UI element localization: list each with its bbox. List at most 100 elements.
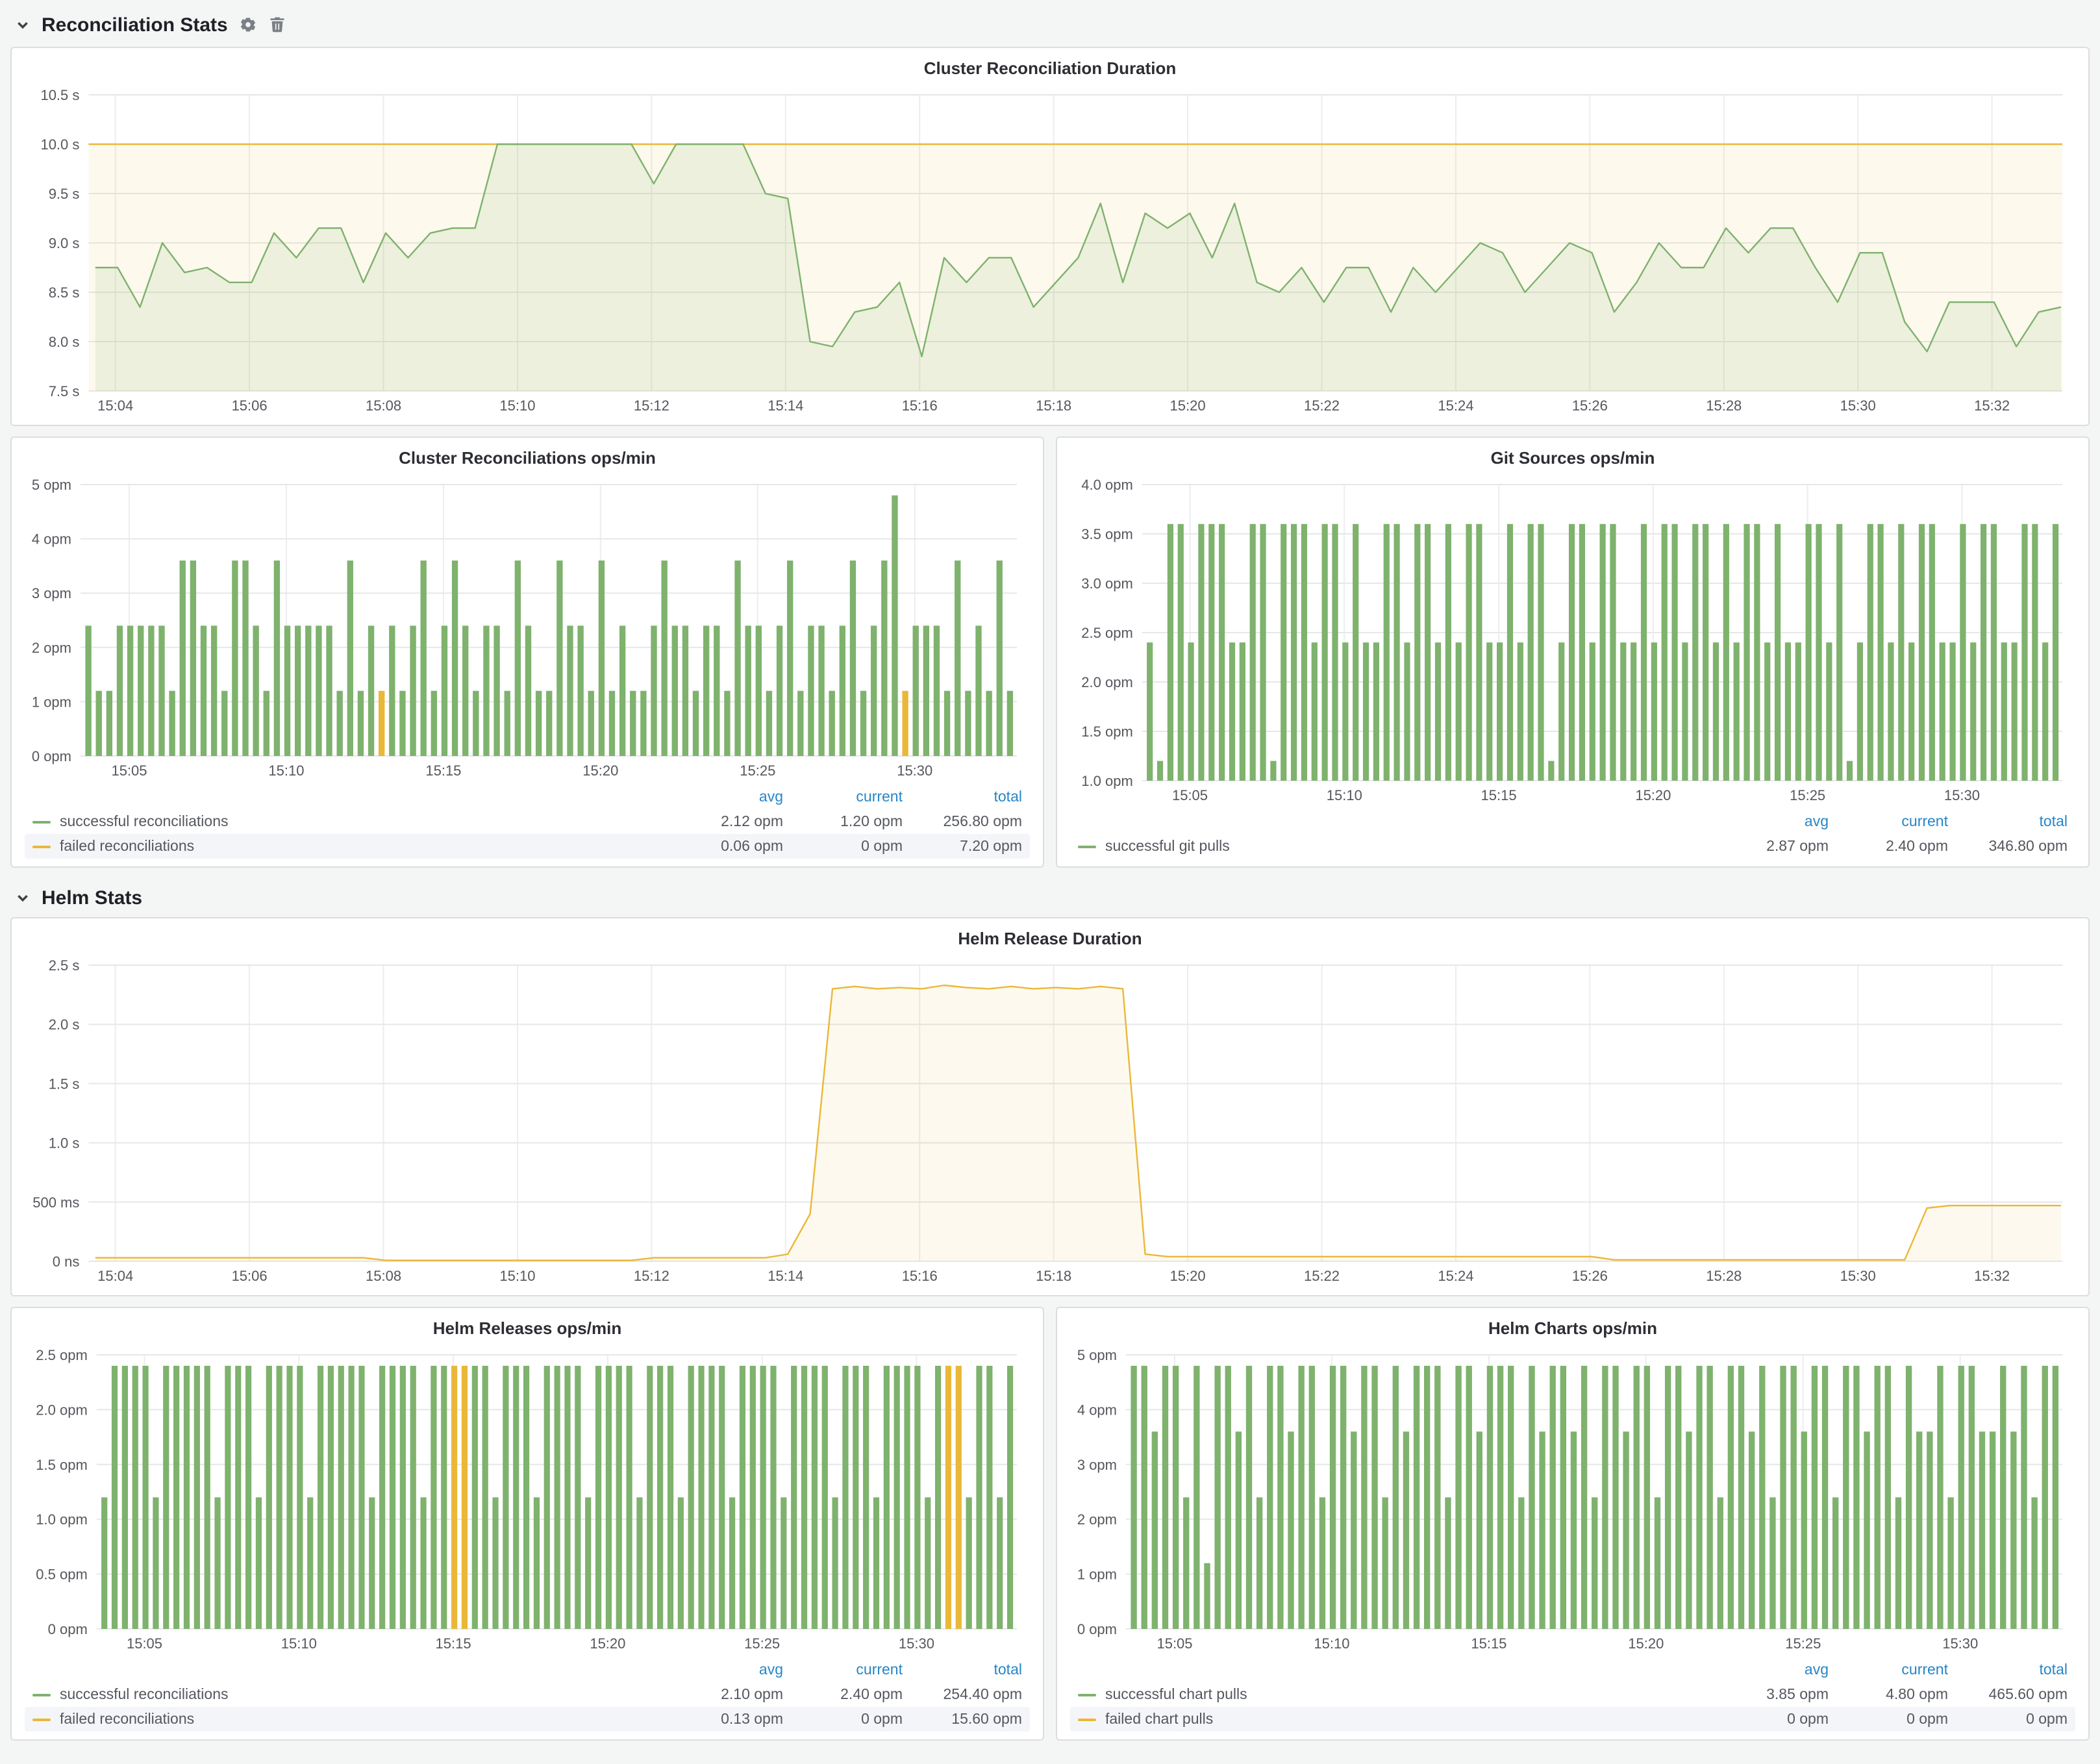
legend-header-current[interactable]: current bbox=[783, 790, 903, 805]
legend-header-avg[interactable]: avg bbox=[1709, 814, 1829, 830]
panel-title[interactable]: Helm Release Duration bbox=[22, 924, 2078, 955]
svg-text:15:04: 15:04 bbox=[97, 397, 133, 414]
trash-icon[interactable] bbox=[269, 16, 286, 34]
svg-text:2.0 opm: 2.0 opm bbox=[1081, 674, 1133, 690]
svg-text:15:12: 15:12 bbox=[634, 1268, 669, 1284]
svg-text:0.5 opm: 0.5 opm bbox=[36, 1567, 88, 1583]
svg-text:5 opm: 5 opm bbox=[1077, 1347, 1117, 1363]
legend-series-name[interactable]: successful reconciliations bbox=[60, 1687, 229, 1702]
series-color-marker[interactable] bbox=[1078, 1693, 1096, 1696]
legend-row: successful chart pulls3.85 opm4.80 opm46… bbox=[1070, 1682, 2075, 1707]
svg-text:15:30: 15:30 bbox=[897, 762, 932, 779]
legend-header-avg[interactable]: avg bbox=[664, 790, 783, 805]
chevron-down-icon[interactable] bbox=[16, 890, 30, 905]
svg-text:1 opm: 1 opm bbox=[32, 694, 71, 710]
svg-text:15:20: 15:20 bbox=[1635, 787, 1671, 803]
legend-header-current[interactable]: current bbox=[1829, 1663, 1948, 1678]
legend-value: 7.20 opm bbox=[903, 838, 1022, 854]
panel-title[interactable]: Cluster Reconciliation Duration bbox=[22, 53, 2078, 84]
series-color-marker[interactable] bbox=[32, 845, 51, 848]
svg-text:15:20: 15:20 bbox=[582, 762, 618, 779]
panel-title[interactable]: Helm Releases ops/min bbox=[22, 1313, 1032, 1344]
legend: avgcurrenttotal successful reconciliation… bbox=[22, 1655, 1032, 1732]
legend-header-current[interactable]: current bbox=[783, 1663, 903, 1678]
panel-title[interactable]: Cluster Reconciliations ops/min bbox=[22, 443, 1032, 474]
legend-header-row: avgcurrenttotal bbox=[25, 1659, 1030, 1682]
svg-text:15:15: 15:15 bbox=[1481, 787, 1517, 803]
svg-text:15:32: 15:32 bbox=[1974, 397, 2010, 414]
legend: avgcurrenttotal successful chart pulls3.8… bbox=[1068, 1655, 2078, 1732]
git-sources-ops-chart[interactable]: 15:0515:1015:1515:2015:2515:301.0 opm1.5… bbox=[1068, 474, 2078, 807]
series-color-marker[interactable] bbox=[32, 1693, 51, 1696]
svg-text:3 opm: 3 opm bbox=[1077, 1457, 1117, 1473]
svg-text:10.5 s: 10.5 s bbox=[40, 87, 79, 103]
svg-text:15:30: 15:30 bbox=[1840, 397, 1876, 414]
svg-text:15:22: 15:22 bbox=[1304, 397, 1340, 414]
legend-row: successful reconciliations2.10 opm2.40 o… bbox=[25, 1682, 1030, 1707]
grafana-dashboard: Reconciliation Stats Cluster Reconciliat… bbox=[0, 0, 2100, 1764]
svg-text:10.0 s: 10.0 s bbox=[40, 136, 79, 153]
panel-git-sources-ops: Git Sources ops/min 15:0515:1015:1515:20… bbox=[1056, 436, 2090, 868]
legend-header-avg[interactable]: avg bbox=[664, 1663, 783, 1678]
series-color-marker[interactable] bbox=[1078, 1718, 1096, 1720]
panel-title[interactable]: Git Sources ops/min bbox=[1068, 443, 2078, 474]
svg-text:15:06: 15:06 bbox=[232, 397, 268, 414]
legend-header-total[interactable]: total bbox=[1948, 814, 2068, 830]
gear-icon[interactable] bbox=[240, 16, 258, 34]
svg-text:15:22: 15:22 bbox=[1304, 1268, 1340, 1284]
svg-text:2.5 opm: 2.5 opm bbox=[1081, 625, 1133, 641]
svg-text:15:10: 15:10 bbox=[499, 1268, 535, 1284]
svg-text:1.0 opm: 1.0 opm bbox=[1081, 773, 1133, 789]
legend-series-name[interactable]: failed reconciliations bbox=[60, 1711, 194, 1727]
legend-header-avg[interactable]: avg bbox=[1709, 1663, 1829, 1678]
svg-text:1.0 s: 1.0 s bbox=[49, 1135, 80, 1152]
svg-text:15:18: 15:18 bbox=[1036, 1268, 1071, 1284]
svg-text:15:26: 15:26 bbox=[1572, 397, 1608, 414]
svg-text:15:05: 15:05 bbox=[127, 1635, 162, 1652]
helm-charts-ops-chart[interactable]: 15:0515:1015:1515:2015:2515:300 opm1 opm… bbox=[1068, 1344, 2078, 1655]
cluster-reconciliations-ops-chart[interactable]: 15:0515:1015:1515:2015:2515:300 opm1 opm… bbox=[22, 474, 1032, 782]
panel-title[interactable]: Helm Charts ops/min bbox=[1068, 1313, 2078, 1344]
series-color-marker[interactable] bbox=[32, 1718, 51, 1720]
svg-text:9.0 s: 9.0 s bbox=[49, 235, 80, 251]
svg-text:0 opm: 0 opm bbox=[1077, 1621, 1117, 1637]
section-title[interactable]: Reconciliation Stats bbox=[42, 14, 228, 36]
legend-series-name[interactable]: successful chart pulls bbox=[1105, 1687, 1247, 1702]
svg-text:9.5 s: 9.5 s bbox=[49, 186, 80, 202]
svg-text:2.0 s: 2.0 s bbox=[49, 1016, 80, 1033]
cluster-reconciliation-duration-chart[interactable]: 15:0415:0615:0815:1015:1215:1415:1615:18… bbox=[22, 84, 2078, 417]
legend-value: 0 opm bbox=[1829, 1711, 1948, 1727]
legend-value: 256.80 opm bbox=[903, 814, 1022, 829]
legend-header-total[interactable]: total bbox=[903, 790, 1022, 805]
svg-text:1.5 s: 1.5 s bbox=[49, 1076, 80, 1092]
legend-series-name[interactable]: successful reconciliations bbox=[60, 814, 229, 829]
svg-text:3.5 opm: 3.5 opm bbox=[1081, 526, 1133, 542]
section-header-helm-stats: Helm Stats bbox=[10, 878, 2090, 917]
legend: avgcurrenttotal successful reconciliation… bbox=[22, 782, 1032, 859]
chevron-down-icon[interactable] bbox=[16, 18, 30, 32]
legend-value: 346.80 opm bbox=[1948, 838, 2068, 854]
svg-text:15:15: 15:15 bbox=[1471, 1635, 1506, 1652]
legend-row: successful git pulls2.87 opm2.40 opm346.… bbox=[1070, 834, 2075, 859]
svg-text:15:04: 15:04 bbox=[97, 1268, 133, 1284]
helm-release-duration-chart[interactable]: 15:0415:0615:0815:1015:1215:1415:1615:18… bbox=[22, 955, 2078, 1287]
legend-header-total[interactable]: total bbox=[1948, 1663, 2068, 1678]
legend-series-name[interactable]: failed chart pulls bbox=[1105, 1711, 1213, 1727]
legend-row: failed reconciliations0.06 opm0 opm7.20 … bbox=[25, 834, 1030, 859]
series-color-marker[interactable] bbox=[32, 820, 51, 823]
svg-text:15:24: 15:24 bbox=[1438, 1268, 1473, 1284]
legend-header-current[interactable]: current bbox=[1829, 814, 1948, 830]
svg-text:15:05: 15:05 bbox=[111, 762, 147, 779]
svg-text:1.0 opm: 1.0 opm bbox=[36, 1511, 88, 1528]
legend-header-total[interactable]: total bbox=[903, 1663, 1022, 1678]
legend-series-name[interactable]: failed reconciliations bbox=[60, 838, 194, 854]
legend-series-name[interactable]: successful git pulls bbox=[1105, 838, 1230, 854]
section-title[interactable]: Helm Stats bbox=[42, 887, 142, 909]
panel-helm-releases-ops: Helm Releases ops/min 15:0515:1015:1515:… bbox=[10, 1307, 1044, 1741]
svg-text:15:10: 15:10 bbox=[268, 762, 304, 779]
svg-text:15:05: 15:05 bbox=[1172, 787, 1208, 803]
series-color-marker[interactable] bbox=[1078, 845, 1096, 848]
helm-releases-ops-chart[interactable]: 15:0515:1015:1515:2015:2515:300 opm0.5 o… bbox=[22, 1344, 1032, 1655]
legend-value: 2.10 opm bbox=[664, 1687, 783, 1702]
svg-text:8.5 s: 8.5 s bbox=[49, 284, 80, 301]
